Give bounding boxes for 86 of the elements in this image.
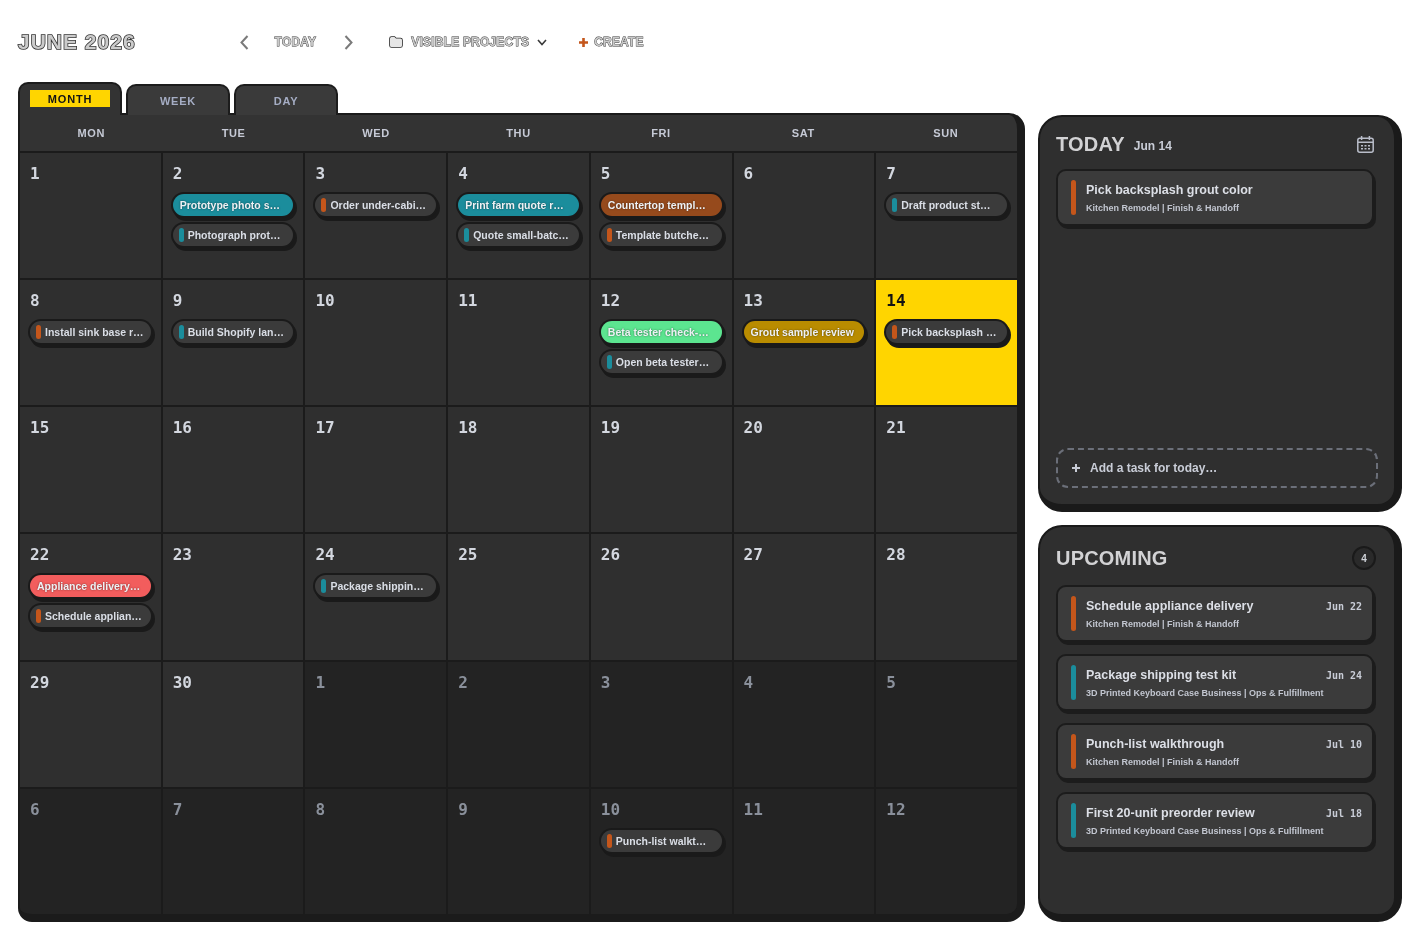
day-number: 26 (600, 545, 621, 566)
day-number: 23 (172, 545, 192, 566)
day-number: 22 (30, 545, 50, 566)
day-number: 5 (886, 672, 896, 693)
weekday-label: THU (506, 127, 531, 139)
task-date: Jul 10 (1325, 738, 1362, 750)
day-number: 9 (458, 799, 468, 820)
day-number: 5 (600, 164, 611, 184)
plus-icon (579, 37, 589, 47)
weekday-label: WED (362, 127, 390, 139)
task-card[interactable]: Package shipping test kit Jun 24 3D Printed Keyboard Case Business | Ops & Fulfillment (1056, 654, 1374, 711)
weekday-label: TUE (221, 127, 246, 139)
day-number: 2 (458, 672, 468, 693)
day-number: 12 (600, 291, 621, 312)
task-title: Schedule appliance delivery (1086, 598, 1254, 613)
day-number: 17 (315, 418, 335, 439)
task-card[interactable]: Punch-list walkthrough Jul 10 Kitchen Remodel | Finish & Handoff (1056, 723, 1374, 780)
day-number: 10 (600, 799, 621, 820)
month-title: JUNE 2026 (18, 30, 136, 54)
day-number: 18 (458, 418, 478, 439)
day-number: 28 (886, 545, 906, 566)
day-number: 1 (315, 672, 326, 693)
folder-icon (389, 36, 404, 48)
day-number: 6 (743, 164, 754, 184)
day-number: 16 (172, 418, 192, 439)
task-card[interactable]: First 20-unit preorder review Jul 18 3D Printed Keyboard Case Business | Ops & Fulfillment (1056, 792, 1374, 849)
view-tab[interactable]: WEEK (126, 84, 230, 115)
day-number: 7 (886, 164, 896, 184)
task-title: Package shipping test kit (1086, 667, 1237, 682)
day-number: 27 (743, 545, 763, 566)
day-number: 14 (886, 291, 906, 312)
day-number: 8 (315, 799, 326, 820)
task-card[interactable]: Schedule appliance delivery Jun 22 Kitchen Remodel | Finish & Handoff (1056, 585, 1374, 642)
day-number: 24 (315, 545, 335, 566)
day-number: 4 (743, 672, 754, 693)
day-number: 30 (172, 672, 192, 693)
day-number: 3 (315, 164, 326, 184)
count-badge: 4 (1352, 546, 1376, 570)
task-date: Jun 24 (1325, 669, 1362, 681)
weekday-label: SAT (791, 127, 815, 139)
day-number: 29 (30, 672, 50, 693)
task-project: Kitchen Remodel | Finish & Handoff (1086, 202, 1241, 213)
day-number: 9 (172, 291, 183, 312)
panel-date: Jun 14 (1133, 139, 1172, 153)
day-number: 19 (600, 418, 621, 439)
day-number: 25 (458, 545, 478, 566)
task-title: Punch-list walkthrough (1086, 736, 1225, 751)
task-project: Kitchen Remodel | Finish & Handoff (1086, 618, 1241, 629)
day-number: 4 (458, 164, 468, 184)
plus-icon (1072, 464, 1080, 472)
task-project: 3D Printed Keyboard Case Business | Ops & Fulfillment (1086, 825, 1325, 836)
day-number: 2 (172, 164, 183, 184)
previous-month-button[interactable] (239, 34, 249, 50)
chevron-right-icon (344, 34, 354, 50)
task-title: First 20-unit preorder review (1086, 805, 1255, 820)
day-number: 3 (600, 672, 611, 693)
task-card[interactable]: Pick backsplash grout color Kitchen Remodel | Finish & Handoff (1056, 169, 1374, 226)
panel-title: UPCOMING (1056, 546, 1168, 570)
chevron-left-icon (239, 34, 249, 50)
task-date: Jul 18 (1325, 807, 1362, 819)
day-number: 10 (315, 291, 335, 312)
caret-down-icon (537, 38, 548, 46)
next-month-button[interactable] (344, 34, 354, 50)
day-number: 1 (30, 164, 40, 184)
task-date: Jun 22 (1325, 600, 1362, 612)
day-number: 21 (886, 418, 906, 439)
day-number: 7 (172, 799, 183, 820)
task-project: 3D Printed Keyboard Case Business | Ops & Fulfillment (1086, 687, 1325, 698)
view-tab[interactable]: DAY (234, 84, 338, 115)
day-number: 11 (458, 291, 478, 312)
task-project: Kitchen Remodel | Finish & Handoff (1086, 756, 1241, 767)
weekday-label: MON (77, 127, 105, 139)
weekday-label: FRI (651, 127, 671, 139)
calendar-icon[interactable] (1357, 135, 1374, 153)
day-number: 13 (743, 291, 763, 312)
day-number: 15 (30, 418, 50, 439)
day-number: 20 (743, 418, 763, 439)
day-number: 8 (30, 291, 40, 312)
weekday-label: SUN (933, 127, 959, 139)
view-tab[interactable]: MONTH (18, 82, 122, 115)
panel-title: TODAY (1056, 132, 1125, 156)
add-task-button[interactable]: Add a task for today… (1056, 448, 1378, 488)
day-number: 6 (30, 799, 40, 820)
day-number: 11 (743, 799, 763, 820)
day-number: 12 (886, 799, 906, 820)
task-title: Pick backsplash grout color (1086, 182, 1253, 197)
